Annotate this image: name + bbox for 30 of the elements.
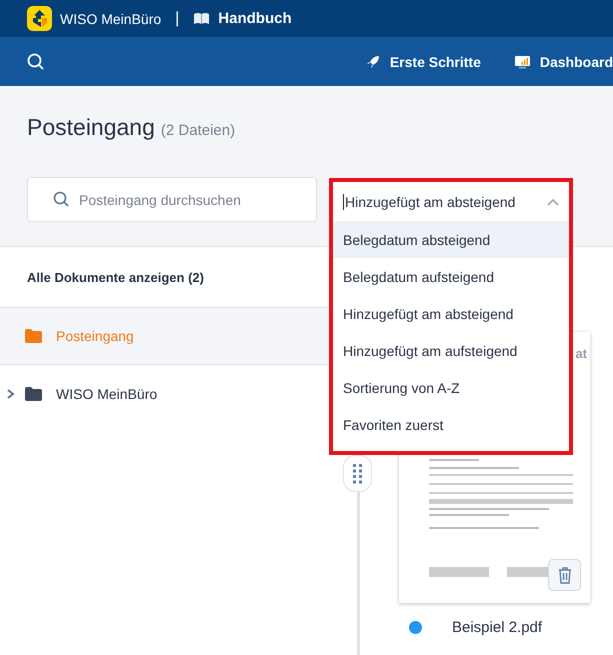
separator: | [175, 10, 180, 28]
sort-option[interactable]: Hinzugefügt am absteigend [333, 295, 569, 332]
file-name[interactable]: Beispiel 2.pdf [452, 619, 542, 636]
sort-value: Hinzugefügt am absteigend [343, 194, 516, 210]
sort-option[interactable]: Belegdatum aufsteigend [333, 258, 569, 295]
chevron-icon [547, 198, 559, 206]
nav-link[interactable]: Dashboard [540, 54, 613, 70]
sort-option[interactable]: Belegdatum absteigend [333, 221, 569, 258]
search-icon [53, 191, 70, 208]
sort-dropdown[interactable]: Hinzugefügt am absteigend Belegdatum absteigend Belegdatum aufsteigend Hinzugefügt am absteigend Hinzugefügt am aufsteigend Sortierung von A-Z Favoriten zuerst [329, 178, 573, 455]
folder-item[interactable]: WISO MeinBüro [0, 365, 330, 422]
book-icon [193, 12, 210, 25]
rocket-icon [366, 54, 380, 68]
search-placeholder: Posteingang durchsuchen [79, 192, 241, 208]
folder-icon [25, 329, 42, 343]
delete-button[interactable] [548, 559, 581, 591]
folder-icon [25, 386, 42, 400]
chart-icon [514, 54, 530, 68]
section-title[interactable]: Handbuch [218, 10, 292, 27]
brand-name: WISO MeinBüro [60, 10, 162, 26]
chevron-icon[interactable] [6, 388, 16, 400]
nav-link[interactable]: Erste Schritte [390, 54, 481, 70]
page-title: Posteingang [27, 114, 155, 141]
preview-label: at [575, 346, 587, 361]
logo-icon [27, 6, 52, 31]
trash-icon [558, 566, 572, 584]
file-count: (2 Dateien) [160, 122, 236, 139]
drag-handle-icon[interactable] [353, 464, 362, 484]
search-icon[interactable] [27, 52, 45, 70]
search-field[interactable]: Posteingang durchsuchen [27, 177, 317, 222]
